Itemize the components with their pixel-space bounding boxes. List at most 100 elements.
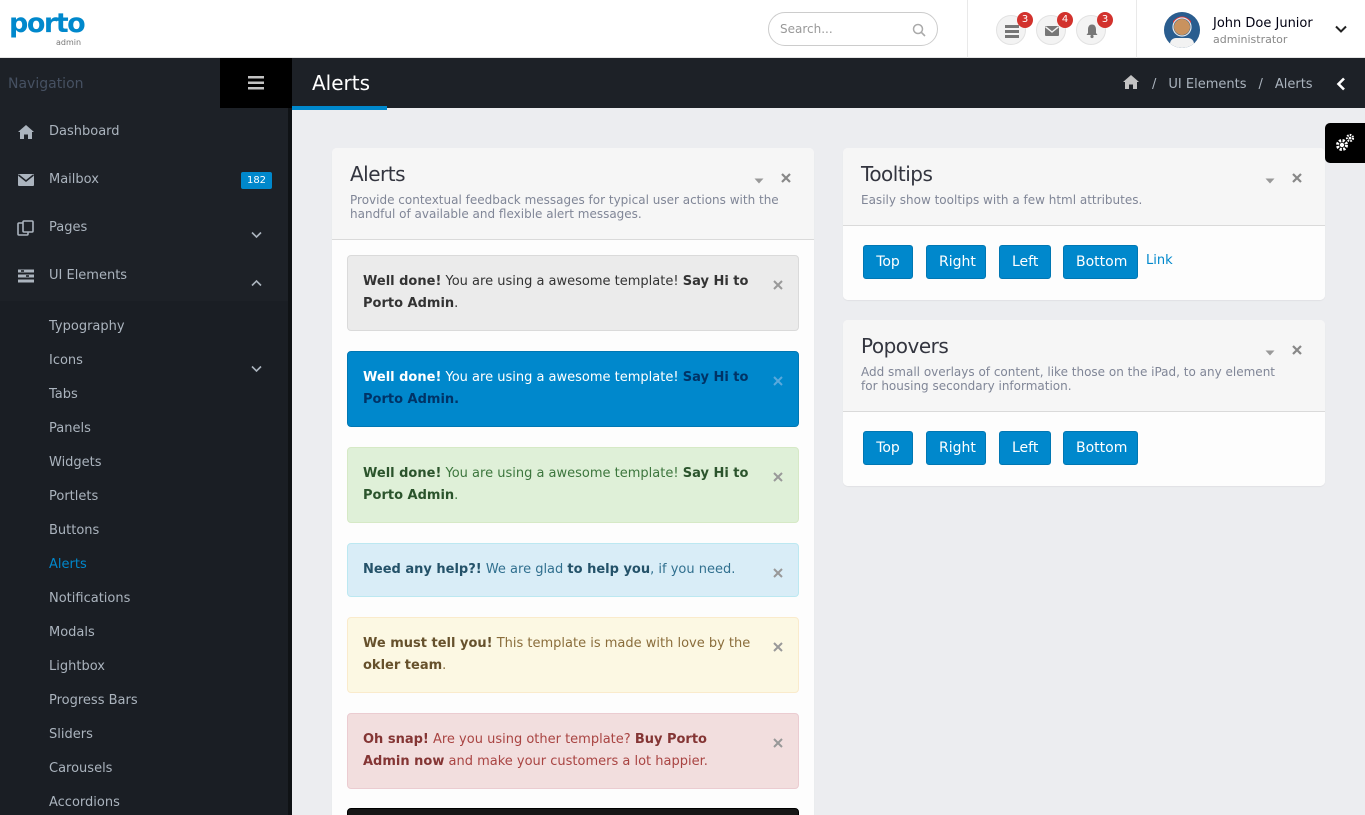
close-icon[interactable]: [773, 468, 783, 490]
caret-down-icon[interactable]: [1265, 341, 1275, 360]
style-switcher-button[interactable]: [1325, 123, 1365, 163]
alerts-notification-button[interactable]: 3: [1076, 12, 1113, 45]
chevron-down-icon[interactable]: [251, 358, 262, 377]
tooltip-link[interactable]: Link: [1146, 253, 1173, 268]
breadcrumb-separator: /: [1152, 76, 1157, 92]
close-icon[interactable]: [773, 638, 783, 660]
tooltip-left-button[interactable]: Left: [999, 245, 1051, 279]
tasks-notification-button[interactable]: 3: [996, 12, 1033, 45]
sidebar-item-label: UI Elements: [49, 268, 128, 283]
sidebar: Navigation Dashboard Mailbox 182 Pages U…: [0, 58, 292, 815]
alert-strong-text: to help you: [567, 562, 651, 577]
tooltips-panel: Tooltips Easily show tooltips with a few…: [843, 148, 1325, 300]
breadcrumb-item-ui-elements[interactable]: UI Elements: [1168, 77, 1246, 92]
close-icon[interactable]: [773, 372, 783, 394]
caret-down-icon[interactable]: [1265, 169, 1275, 188]
close-icon[interactable]: [773, 276, 783, 298]
popover-bottom-button[interactable]: Bottom: [1063, 431, 1138, 465]
submenu-item-portlets[interactable]: Portlets: [49, 489, 98, 504]
panel-header: Alerts Provide contextual feedback messa…: [332, 148, 814, 240]
alert-dark: [347, 808, 799, 815]
alert-strong-text: okler team: [363, 658, 443, 673]
alert-strong-text: Well done!: [363, 274, 442, 289]
sidebar-header: Navigation: [0, 58, 292, 108]
ui-elements-submenu: Typography Icons Tabs Panels Widgets Por…: [0, 301, 288, 815]
chevron-left-icon[interactable]: [1335, 76, 1347, 95]
tooltip-right-button[interactable]: Right: [926, 245, 986, 279]
alerts-panel: Alerts Provide contextual feedback messa…: [332, 148, 814, 815]
sidebar-item-label: Mailbox: [49, 172, 99, 187]
alert-text: and make your customers a lot happier.: [444, 754, 708, 769]
user-name[interactable]: John Doe Junior: [1213, 16, 1313, 31]
bars-icon: [248, 76, 264, 90]
sidebar-item-label: Pages: [49, 220, 88, 235]
header-divider: [1136, 0, 1137, 58]
submenu-item-widgets[interactable]: Widgets: [49, 455, 102, 470]
submenu-item-typography[interactable]: Typography: [49, 319, 125, 334]
search-icon[interactable]: [912, 22, 926, 41]
submenu-item-modals[interactable]: Modals: [49, 625, 95, 640]
submenu-item-lightbox[interactable]: Lightbox: [49, 659, 105, 674]
submenu-item-alerts[interactable]: Alerts: [49, 557, 87, 572]
sidebar-item-label: Dashboard: [49, 124, 120, 139]
search-box: [768, 12, 938, 46]
alert-info: Need any help?! We are glad to help you,…: [347, 543, 799, 597]
home-icon[interactable]: [1122, 74, 1140, 94]
panel-subtitle: Easily show tooltips with a few html att…: [861, 193, 1143, 207]
popover-right-button[interactable]: Right: [926, 431, 986, 465]
tasks-icon: [1005, 25, 1019, 38]
popover-left-button[interactable]: Left: [999, 431, 1051, 465]
alert-primary: Well done! You are using a awesome templ…: [347, 351, 799, 427]
panel-subtitle: Provide contextual feedback messages for…: [350, 193, 779, 221]
sidebar-scroll-track[interactable]: [288, 108, 292, 815]
submenu-item-progress-bars[interactable]: Progress Bars: [49, 693, 138, 708]
notification-count-badge: 3: [1097, 12, 1113, 28]
alert-text: You are using a awesome template!: [441, 274, 683, 289]
submenu-item-icons[interactable]: Icons: [49, 353, 83, 368]
panel-body: Well done! You are using a awesome templ…: [332, 240, 814, 815]
submenu-item-accordions[interactable]: Accordions: [49, 795, 120, 810]
close-icon[interactable]: [781, 168, 791, 187]
submenu-item-buttons[interactable]: Buttons: [49, 523, 99, 538]
gears-icon: [1336, 133, 1355, 151]
submenu-item-carousels[interactable]: Carousels: [49, 761, 112, 776]
logo[interactable]: porto admin: [9, 10, 86, 47]
header-divider: [967, 0, 968, 58]
close-icon[interactable]: [773, 734, 783, 756]
page-title-underline: [292, 106, 387, 110]
avatar[interactable]: [1164, 12, 1200, 48]
chevron-down-icon[interactable]: [1334, 21, 1348, 40]
sidebar-item-dashboard[interactable]: Dashboard: [0, 109, 292, 157]
alert-text: .: [454, 392, 460, 407]
tooltip-top-button[interactable]: Top: [863, 245, 913, 279]
panel-title: Tooltips: [861, 162, 933, 186]
panel-header: Popovers Add small overlays of content, …: [843, 320, 1325, 412]
submenu-item-panels[interactable]: Panels: [49, 421, 91, 436]
close-icon[interactable]: [773, 564, 783, 586]
home-icon: [17, 124, 35, 144]
sidebar-toggle-button[interactable]: [220, 58, 292, 108]
submenu-item-sliders[interactable]: Sliders: [49, 727, 93, 742]
breadcrumb-item-alerts: Alerts: [1274, 76, 1313, 92]
submenu-item-tabs[interactable]: Tabs: [49, 387, 78, 402]
messages-notification-button[interactable]: 4: [1036, 12, 1073, 45]
sidebar-item-mailbox[interactable]: Mailbox 182: [0, 157, 292, 205]
alert-text: , if you need.: [650, 562, 736, 577]
panel-title: Popovers: [861, 334, 949, 358]
breadcrumb-separator: /: [1258, 76, 1263, 92]
sidebar-item-pages[interactable]: Pages: [0, 205, 292, 253]
page-title: Alerts: [312, 71, 371, 95]
alert-text: .: [442, 658, 447, 673]
close-icon[interactable]: [1292, 168, 1302, 187]
chevron-down-icon: [251, 224, 262, 243]
caret-down-icon[interactable]: [754, 169, 764, 188]
close-icon[interactable]: [1292, 340, 1302, 359]
popover-top-button[interactable]: Top: [863, 431, 913, 465]
panel-body: Top Right Left Bottom: [843, 412, 1325, 486]
search-input[interactable]: [780, 21, 900, 37]
submenu-item-notifications[interactable]: Notifications: [49, 591, 130, 606]
sidebar-item-ui-elements[interactable]: UI Elements: [0, 253, 292, 301]
tooltip-bottom-button[interactable]: Bottom: [1063, 245, 1138, 279]
copy-icon: [17, 220, 35, 240]
alert-success: Well done! You are using a awesome templ…: [347, 447, 799, 523]
